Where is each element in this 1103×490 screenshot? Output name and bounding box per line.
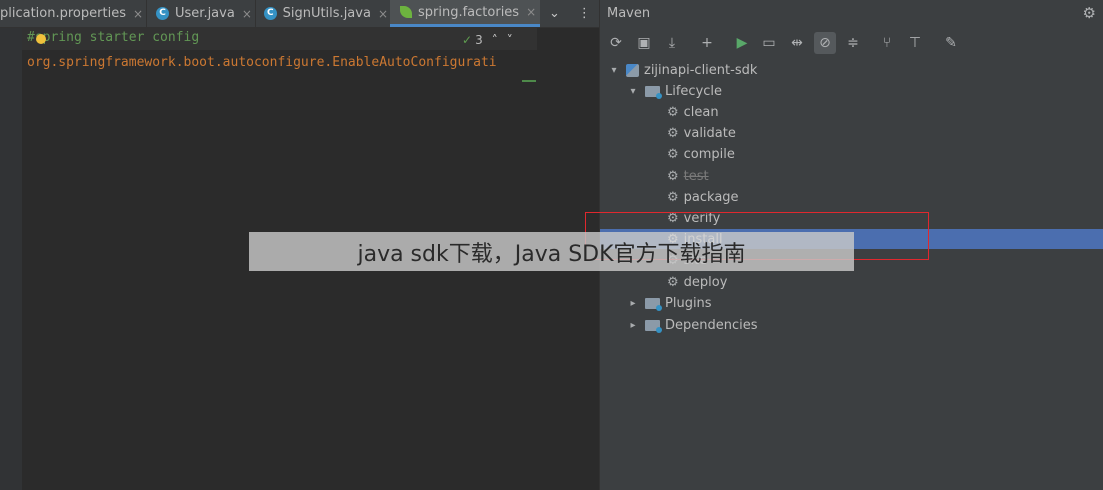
check-icon: ✓ [462, 33, 473, 47]
plugins-label: Plugins [665, 295, 712, 311]
goal-label: validate [683, 125, 736, 141]
lightbulb-icon[interactable] [36, 34, 46, 44]
show-dependencies-icon[interactable]: ⑂ [876, 32, 898, 54]
watermark-text: java sdk下载，Java SDK官方下载指南 [357, 241, 746, 267]
tab-separator [255, 0, 256, 27]
wrench-icon[interactable]: ✎ [940, 32, 962, 54]
close-icon[interactable]: × [133, 7, 143, 21]
inspection-widget[interactable]: ✓ 3 ˄ ˅ [462, 33, 513, 47]
tab-label: SignUtils.java [282, 6, 371, 21]
lifecycle-test[interactable]: ⚙ test [667, 166, 709, 186]
goal-label: deploy [683, 274, 728, 290]
chevron-up-icon[interactable]: ˄ [492, 33, 498, 47]
java-class-icon: C [156, 7, 169, 20]
console-icon[interactable]: ▭ [758, 32, 780, 54]
gear-icon[interactable]: ⚙ [1083, 4, 1096, 22]
dependencies-icon [645, 319, 662, 333]
tab-actions: ⌄ ⋮ [540, 0, 600, 27]
lifecycle-package[interactable]: ⚙ package [667, 187, 739, 207]
chevron-right-icon[interactable]: ▸ [627, 298, 639, 309]
download-icon[interactable]: ⤓ [661, 32, 683, 54]
tree-plugins[interactable]: ▸ Plugins [627, 293, 712, 313]
align-icon[interactable]: ⊤ [904, 32, 926, 54]
maven-toolbar: ⟳ ▣ ⤓ + ▶ ▭ ⇹ ⊘ ≑ ⑂ ⊤ ✎ [600, 30, 1103, 56]
lifecycle-compile[interactable]: ⚙ compile [667, 144, 735, 164]
gear-icon: ⚙ [667, 146, 679, 162]
line-gutter [0, 28, 22, 490]
inspection-count: 3 [475, 33, 483, 47]
close-icon[interactable]: × [378, 7, 388, 21]
chevron-down-icon[interactable]: ▾ [608, 65, 620, 76]
lifecycle-deploy[interactable]: ⚙ deploy [667, 272, 727, 292]
lifecycle-validate[interactable]: ⚙ validate [667, 123, 736, 143]
code-line-comment[interactable]: #spring starter config [27, 30, 199, 45]
tree-project[interactable]: ▾ zijinapi-client-sdk [608, 60, 757, 80]
java-class-icon: C [264, 7, 277, 20]
tab-label: plication.properties [0, 6, 126, 21]
close-icon[interactable]: × [242, 7, 252, 21]
chevron-down-icon[interactable]: ˅ [507, 33, 513, 47]
goal-label: package [683, 189, 739, 205]
gear-icon: ⚙ [667, 189, 679, 205]
tab-application-properties[interactable]: plication.properties × [0, 0, 145, 27]
run-icon[interactable]: ▶ [731, 32, 753, 54]
goal-label: clean [683, 104, 719, 120]
more-vertical-icon[interactable]: ⋮ [578, 6, 591, 21]
plus-icon[interactable]: + [696, 32, 718, 54]
tab-signutils-java[interactable]: C SignUtils.java × [264, 0, 388, 27]
chevron-down-icon[interactable]: ▾ [627, 86, 639, 97]
close-icon[interactable]: × [526, 5, 536, 19]
tab-label: User.java [175, 6, 235, 21]
maven-title: Maven [607, 6, 651, 21]
collapse-icon[interactable]: ≑ [842, 32, 864, 54]
maven-header: Maven ⚙ [600, 0, 1103, 27]
watermark-banner: java sdk下载，Java SDK官方下载指南 [249, 232, 854, 271]
editor-tab-bar: plication.properties × C User.java × C S… [0, 0, 600, 28]
gear-icon: ⚙ [667, 104, 679, 120]
folder-icon [645, 297, 662, 311]
skip-tests-icon[interactable]: ⊘ [814, 32, 836, 54]
goal-label: test [683, 168, 709, 184]
chevron-right-icon[interactable]: ▸ [627, 320, 639, 331]
dependencies-label: Dependencies [665, 317, 758, 333]
gear-icon: ⚙ [667, 274, 679, 290]
spring-leaf-icon [400, 6, 412, 18]
scrollbar-marker [522, 80, 536, 82]
tab-spring-factories[interactable]: spring.factories × [390, 0, 540, 27]
tab-user-java[interactable]: C User.java × [156, 0, 254, 27]
lifecycle-label: Lifecycle [665, 83, 723, 99]
chevron-down-icon[interactable]: ⌄ [549, 6, 560, 21]
project-label: zijinapi-client-sdk [644, 62, 758, 78]
toggle-offline-icon[interactable]: ⇹ [786, 32, 808, 54]
gear-icon: ⚙ [667, 168, 679, 184]
gear-icon: ⚙ [667, 125, 679, 141]
tab-separator [146, 0, 147, 27]
folder-icon [645, 85, 662, 99]
code-line-property[interactable]: org.springframework.boot.autoconfigure.E… [27, 55, 497, 70]
add-folder-icon[interactable]: ▣ [633, 32, 655, 54]
goal-label: compile [683, 146, 735, 162]
reload-icon[interactable]: ⟳ [605, 32, 627, 54]
lifecycle-clean[interactable]: ⚙ clean [667, 102, 719, 122]
tree-lifecycle[interactable]: ▾ Lifecycle [627, 81, 722, 101]
tab-label: spring.factories [418, 4, 520, 20]
tree-dependencies[interactable]: ▸ Dependencies [627, 315, 758, 335]
maven-module-icon [626, 63, 639, 77]
